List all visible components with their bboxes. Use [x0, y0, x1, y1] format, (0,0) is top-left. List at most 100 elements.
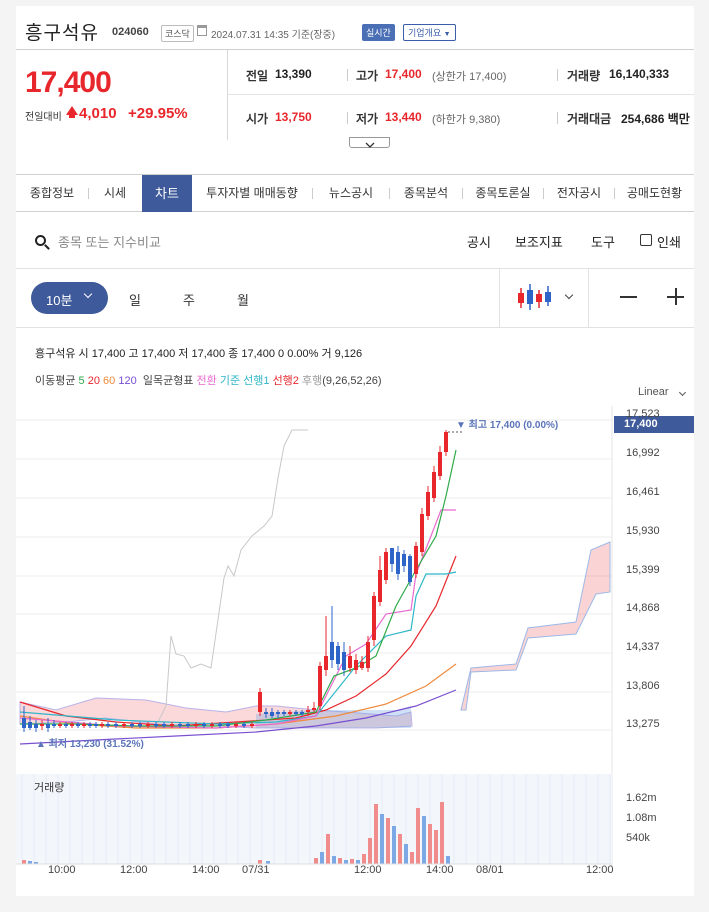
tab-investor-trends[interactable]: 투자자별 매매동향	[192, 175, 312, 212]
market-badge: 코스닥	[161, 25, 194, 42]
tab-e-disclosure[interactable]: 전자공시	[544, 175, 614, 212]
ma5-line	[20, 449, 457, 727]
stock-code: 024060	[112, 26, 149, 38]
ichimoku-base-label: 기준	[219, 375, 241, 387]
indicators-button[interactable]: 보조지표	[515, 232, 563, 251]
company-overview-dropdown[interactable]: 기업개요 ▼	[403, 24, 456, 41]
volume-y-tick: 1.08m	[626, 812, 657, 824]
candle-body	[432, 472, 436, 498]
tab-overview[interactable]: 종합정보	[16, 175, 88, 212]
candle-body	[354, 660, 358, 670]
volume-bar	[338, 858, 342, 864]
candle-body	[162, 724, 166, 726]
interval-week[interactable]: 주	[183, 290, 195, 309]
ma-legend-title: 이동평균	[35, 375, 76, 387]
realtime-badge[interactable]: 실시간	[362, 24, 395, 41]
chart-type-selector[interactable]	[499, 268, 589, 328]
volume-bar	[374, 804, 378, 864]
zoom-in-icon-vertical	[675, 288, 677, 305]
tab-news-disclosure[interactable]: 뉴스공시	[313, 175, 389, 212]
candle-body	[34, 724, 38, 728]
volume-bar	[314, 858, 318, 864]
ichimoku-span2-label: 선행2	[272, 375, 299, 387]
ma20-label: 20	[87, 375, 100, 387]
volume-bar	[404, 844, 408, 864]
caret-down-icon: ▼	[443, 31, 451, 38]
tab-analysis[interactable]: 종목분석	[390, 175, 462, 212]
price-change-pct: +29.95%	[128, 105, 188, 122]
compare-search-input[interactable]: 종목 또는 지수비교	[58, 232, 161, 251]
ichimoku-lagging-label: 후행	[301, 375, 323, 387]
search-icon-handle	[44, 244, 50, 250]
tools-button[interactable]: 도구	[591, 232, 615, 251]
y-tick-label: 16,992	[626, 447, 660, 459]
tab-quotes[interactable]: 시세	[89, 175, 141, 212]
high-value: 17,400	[385, 67, 422, 81]
volume-bar	[434, 830, 438, 864]
candle-body	[366, 642, 370, 668]
candle-body	[306, 710, 310, 712]
candle-body	[312, 708, 316, 710]
tab-discussion[interactable]: 종목토론실	[463, 175, 543, 212]
chevron-down-icon[interactable]	[678, 388, 687, 397]
candle-body	[414, 546, 418, 574]
divider	[557, 112, 558, 124]
candle-body	[444, 432, 448, 452]
amount-value: 254,686 백만	[621, 112, 690, 126]
low-value: 13,440	[385, 110, 422, 124]
ma20-line	[19, 555, 457, 727]
tab-chart[interactable]: 차트	[142, 175, 192, 212]
candle-body	[264, 712, 268, 714]
volume-bar	[410, 852, 414, 864]
price-chart[interactable]: ▼ 최고 17,400 (0.00%) ▲ 최저 13,230 (31.52%)	[16, 406, 694, 896]
candle-body	[342, 652, 346, 670]
volume-label: 거래량	[567, 69, 601, 83]
ichimoku-params: (9,26,52,26)	[322, 375, 382, 387]
printer-icon[interactable]	[640, 234, 652, 246]
candle-body	[402, 554, 406, 566]
volume-bar	[398, 834, 402, 864]
candle-body	[28, 722, 32, 728]
candle-body	[218, 724, 222, 726]
volume-bar	[326, 834, 330, 864]
candle-body	[300, 712, 304, 714]
candle-body	[106, 724, 110, 726]
ichimoku-conversion-label: 전환	[196, 375, 217, 387]
volume-panel-title: 거래량	[34, 782, 65, 794]
lower-limit: (하한가 9,380)	[432, 114, 501, 126]
candle-body	[288, 712, 292, 714]
ichimoku-cloud-future	[460, 541, 611, 711]
interval-select[interactable]: 10분	[31, 282, 108, 314]
interval-month[interactable]: 월	[237, 290, 249, 309]
volume-bar	[416, 808, 420, 864]
candle-body	[70, 724, 74, 726]
candle-body	[76, 724, 80, 726]
x-tick-label: 12:00	[586, 864, 614, 876]
scale-mode-select[interactable]: Linear	[638, 386, 669, 398]
y-tick-label: 13,275	[626, 718, 660, 730]
volume-bar	[446, 856, 450, 864]
x-tick-label: 12:00	[120, 864, 148, 876]
zoom-out-icon[interactable]	[620, 296, 637, 298]
tab-short-selling[interactable]: 공매도현황	[615, 175, 694, 212]
stock-name: 흥구석유	[25, 23, 99, 44]
disclosure-button[interactable]: 공시	[467, 232, 491, 251]
volume-bar	[380, 814, 384, 864]
prev-close-label: 전일	[246, 69, 269, 83]
calendar-icon	[197, 25, 207, 36]
candle-body	[250, 724, 254, 726]
volume-value: 16,140,333	[609, 67, 670, 81]
volume-y-tick: 1.62m	[626, 792, 657, 804]
prev-close-value: 13,390	[275, 67, 312, 81]
volume-bar	[422, 816, 426, 864]
ichimoku-span1-label: 선행1	[243, 375, 270, 387]
open-label: 시가	[246, 112, 269, 126]
candle-body	[384, 552, 388, 580]
interval-day[interactable]: 일	[129, 290, 141, 309]
volume-bar	[428, 824, 432, 864]
expand-button[interactable]	[349, 137, 390, 148]
volume-bar	[386, 818, 390, 864]
tab-bar: 종합정보 시세 차트 투자자별 매매동향 뉴스공시 종목분석 종목토론실 전자공…	[16, 174, 694, 212]
up-arrow-icon-stem	[69, 114, 75, 118]
print-button[interactable]: 인쇄	[657, 232, 681, 251]
